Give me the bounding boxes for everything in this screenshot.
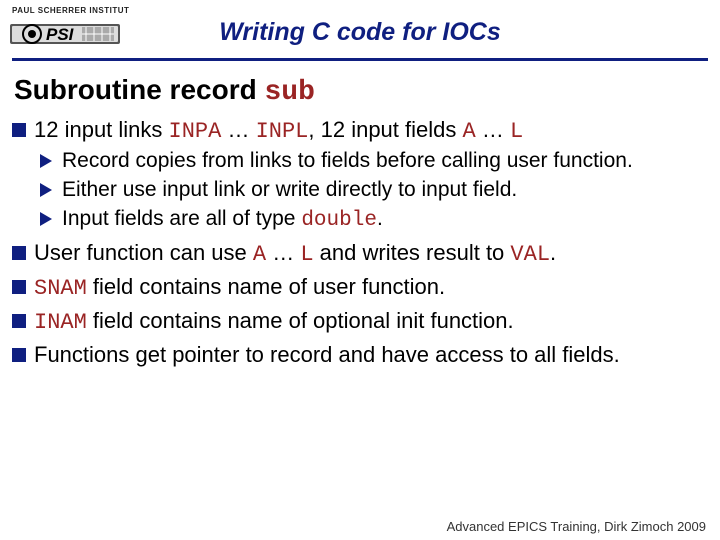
text: and writes result to	[314, 240, 511, 265]
slide-body: 12 input links INPA … INPL, 12 input fie…	[0, 116, 720, 369]
code-inpa: INPA	[169, 119, 222, 144]
subtitle-code: sub	[264, 77, 314, 108]
slide-footer: Advanced EPICS Training, Dirk Zimoch 200…	[447, 519, 706, 534]
text: User function can use	[34, 240, 253, 265]
code-val: VAL	[510, 242, 550, 267]
subtitle-text: Subroutine record	[14, 74, 264, 105]
code-snam: SNAM	[34, 276, 87, 301]
code-inpl: INPL	[256, 119, 309, 144]
institute-name: PAUL SCHERRER INSTITUT	[12, 6, 129, 15]
divider	[12, 58, 708, 61]
code-inam: INAM	[34, 310, 87, 335]
bullet-5: Functions get pointer to record and have…	[0, 341, 720, 369]
text: field contains name of user function.	[87, 274, 445, 299]
text: …	[476, 117, 510, 142]
code-l: L	[300, 242, 313, 267]
code-double: double	[301, 209, 377, 232]
code-l: L	[510, 119, 523, 144]
text: field contains name of optional init fun…	[87, 308, 514, 333]
slide-title: Writing C code for IOCs	[0, 18, 720, 47]
text: Input fields are all of type	[62, 207, 301, 230]
bullet-2: User function can use A … L and writes r…	[0, 239, 720, 269]
slide-header: PAUL SCHERRER INSTITUT PSI Writing C cod…	[0, 0, 720, 58]
subbullet-3: Input fields are all of type double.	[0, 206, 720, 235]
subbullet-2: Either use input link or write directly …	[0, 177, 720, 204]
text: .	[550, 240, 556, 265]
text: .	[377, 207, 383, 230]
bullet-1: 12 input links INPA … INPL, 12 input fie…	[0, 116, 720, 146]
text: 12 input links	[34, 117, 169, 142]
slide-subtitle: Subroutine record sub	[14, 74, 720, 108]
subbullet-1: Record copies from links to fields befor…	[0, 148, 720, 175]
bullet-4: INAM field contains name of optional ini…	[0, 307, 720, 337]
bullet-3: SNAM field contains name of user functio…	[0, 273, 720, 303]
text: …	[221, 117, 255, 142]
text: , 12 input fields	[308, 117, 462, 142]
code-a: A	[253, 242, 266, 267]
text: …	[266, 240, 300, 265]
code-a: A	[463, 119, 476, 144]
